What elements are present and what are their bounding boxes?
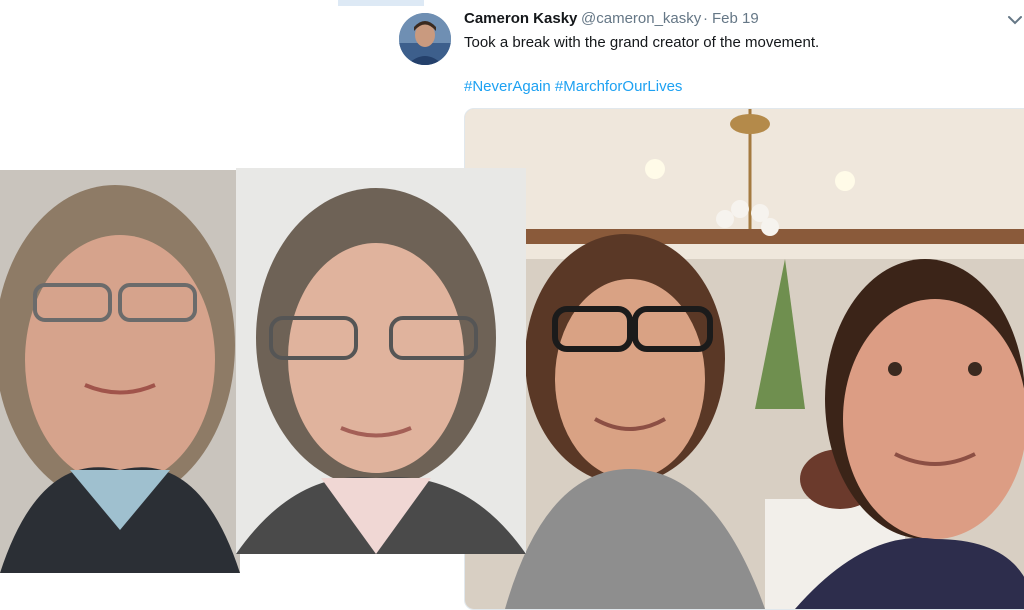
author-handle[interactable]: @cameron_kasky <box>581 10 701 27</box>
hashtag-line: #NeverAgain #MarchforOurLives <box>464 78 682 95</box>
overlay-photo-center <box>236 168 526 554</box>
tweet-text: Took a break with the grand creator of t… <box>464 34 820 51</box>
avatar[interactable] <box>399 13 451 65</box>
hashtag-never-again[interactable]: #NeverAgain <box>464 78 551 95</box>
highlight-strip <box>338 0 424 6</box>
separator-dot: · <box>703 10 708 27</box>
chevron-down-icon[interactable] <box>1005 10 1024 30</box>
overlay-photo-left <box>0 170 240 573</box>
hashtag-march-for-our-lives[interactable]: #MarchforOurLives <box>555 78 683 95</box>
author-name[interactable]: Cameron Kasky <box>464 10 577 27</box>
tweet-media-photo[interactable] <box>464 108 1024 610</box>
tweet-date[interactable]: Feb 19 <box>712 10 759 27</box>
